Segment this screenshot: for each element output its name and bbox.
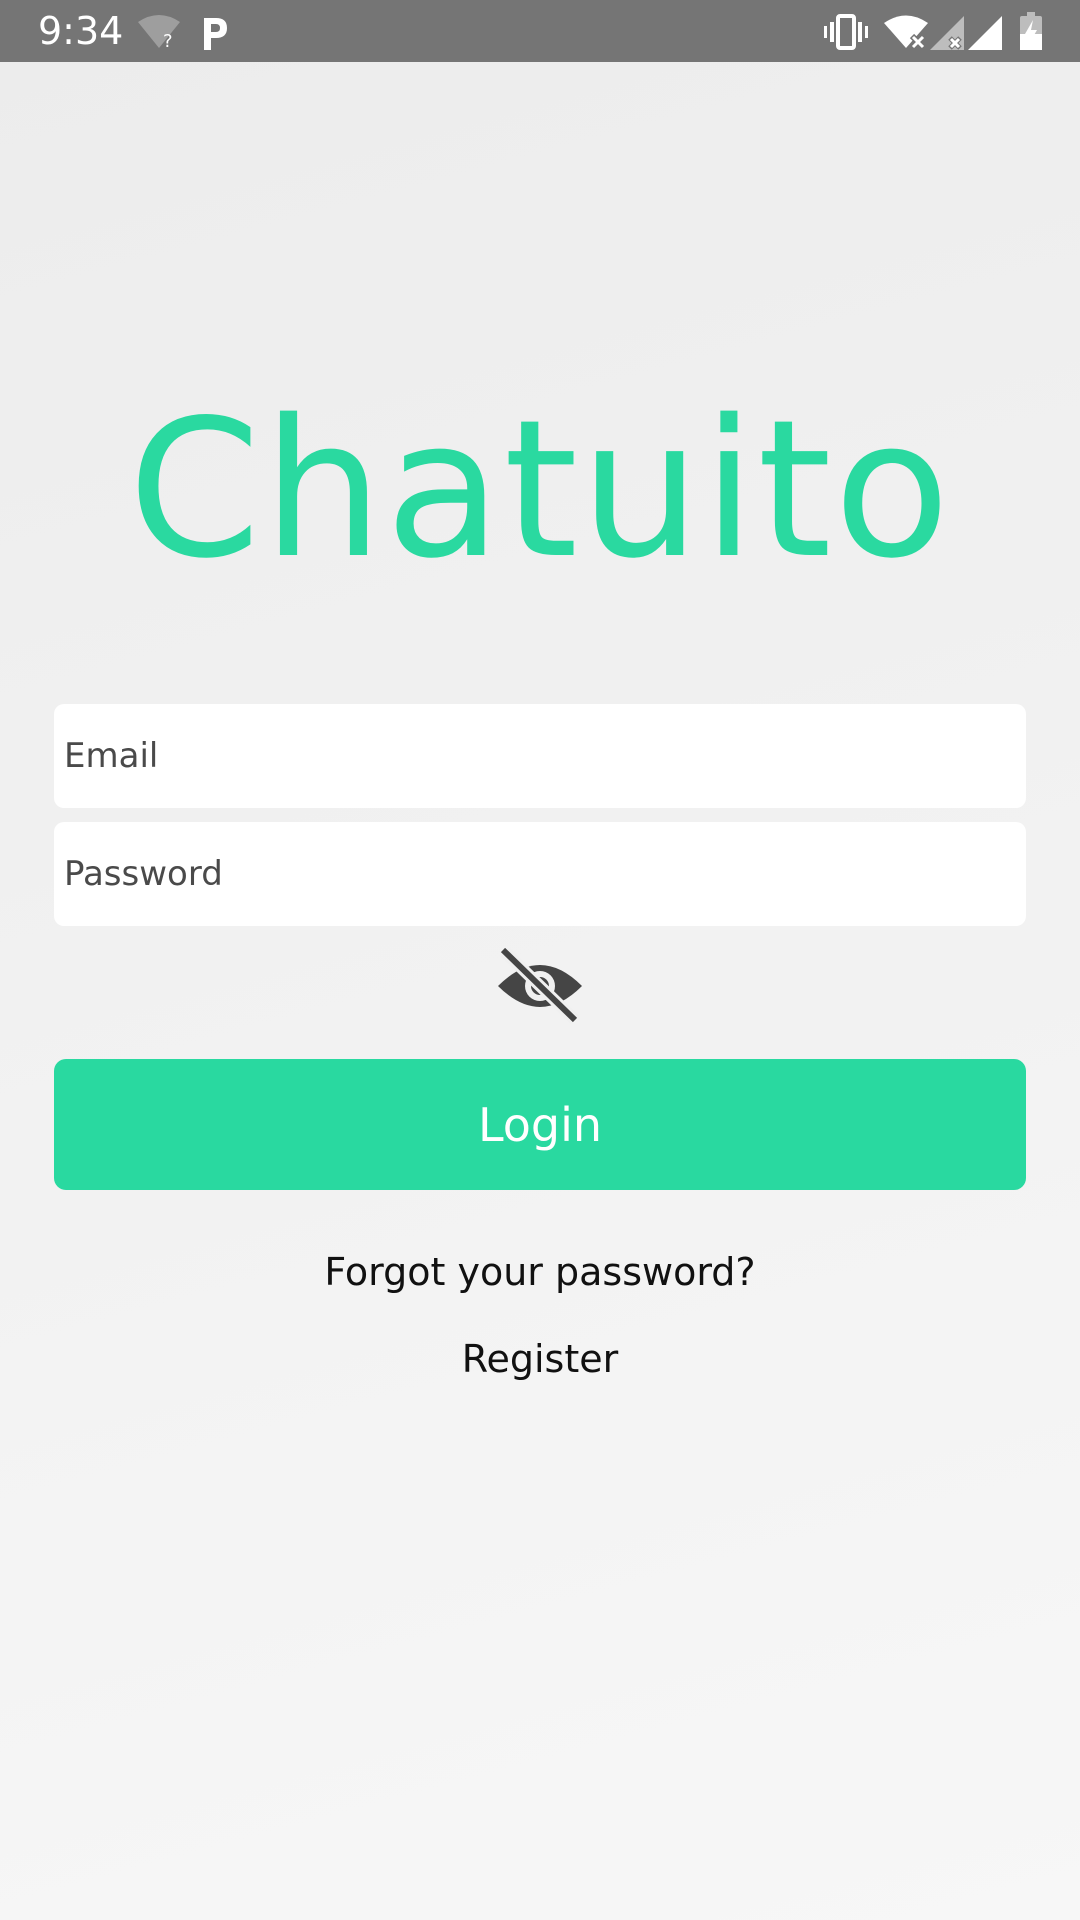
- signal-icon: [968, 16, 1002, 50]
- password-field-container: [54, 822, 1026, 926]
- email-field-container: [54, 704, 1026, 808]
- wifi-off-icon: [884, 15, 928, 50]
- wifi-question-icon: ?: [138, 15, 180, 50]
- forgot-password-link[interactable]: Forgot your password?: [0, 1247, 1080, 1297]
- register-link[interactable]: Register: [0, 1334, 1080, 1384]
- vibrate-icon: [824, 14, 868, 50]
- eye-off-icon[interactable]: [495, 948, 585, 1024]
- login-button[interactable]: Login: [54, 1059, 1026, 1190]
- status-bar: 9:34 ?: [0, 0, 1080, 62]
- parking-icon: [204, 18, 227, 50]
- status-time: 9:34: [38, 9, 124, 53]
- signal-off-icon: [930, 16, 964, 50]
- app-title: Chatuito: [128, 379, 952, 600]
- password-field[interactable]: [54, 822, 1026, 926]
- battery-charging-icon: [1020, 12, 1042, 50]
- email-field[interactable]: [54, 704, 1026, 808]
- svg-text:?: ?: [163, 31, 173, 50]
